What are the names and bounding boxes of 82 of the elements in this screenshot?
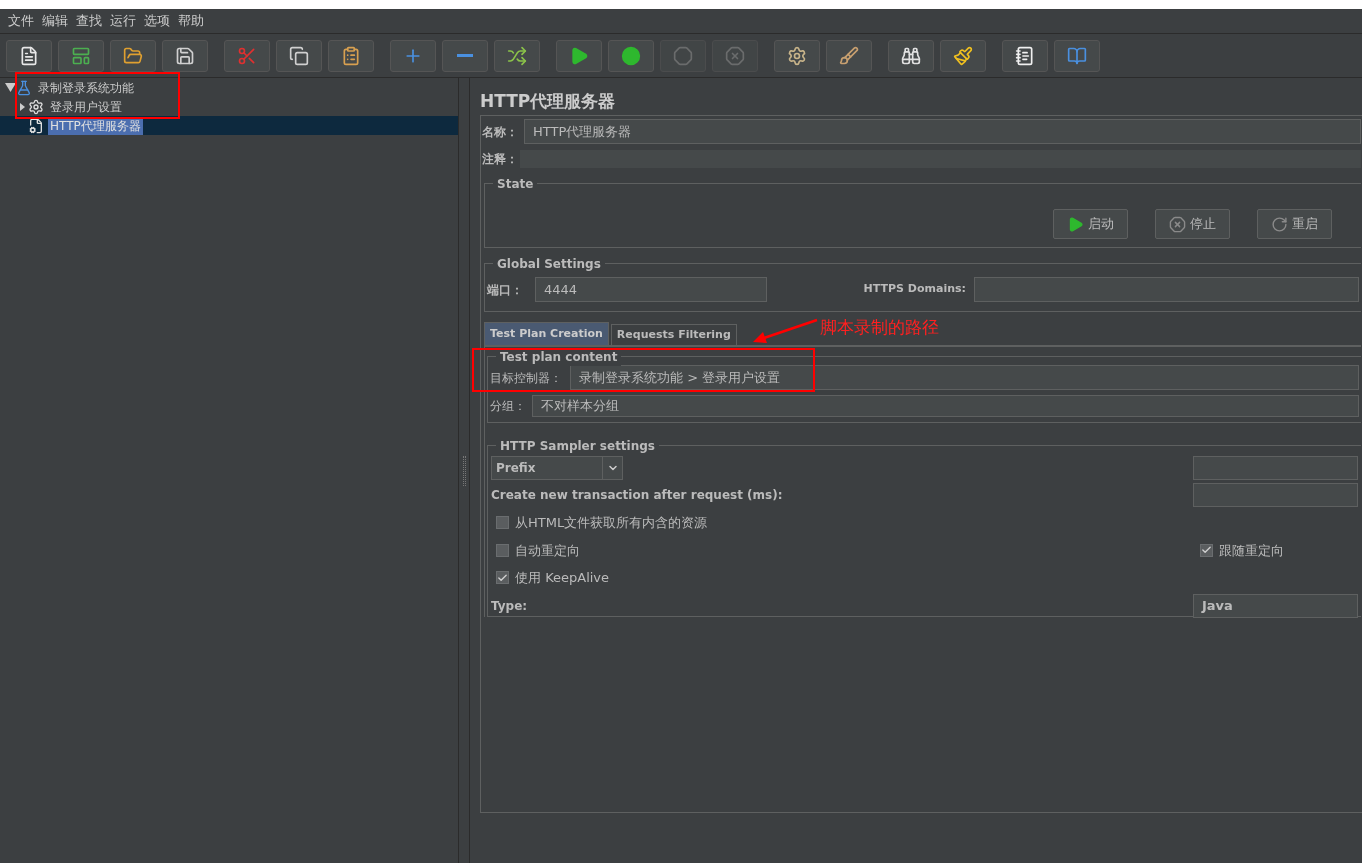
field-label: 目标控制器： bbox=[490, 369, 562, 387]
toolbar-button[interactable] bbox=[6, 39, 52, 72]
tree-row[interactable]: HTTP代理服务器 bbox=[0, 116, 458, 135]
checkbox-label: 使用 KeepAlive bbox=[515, 569, 610, 587]
transaction-delay-input-field[interactable] bbox=[1193, 483, 1358, 507]
checkbox[interactable] bbox=[496, 571, 509, 585]
toolbar-button[interactable] bbox=[888, 39, 934, 72]
target-controller-select[interactable]: 录制登录系统功能 > 登录用户设置 bbox=[570, 365, 1359, 390]
field-label: 名称： bbox=[482, 123, 519, 141]
toolbar-button[interactable] bbox=[162, 39, 208, 72]
notebook-icon bbox=[1015, 45, 1035, 66]
panel-title: HTTP代理服务器 bbox=[480, 90, 617, 113]
toolbar-button[interactable] bbox=[328, 39, 374, 72]
save-icon bbox=[175, 45, 195, 66]
tree-row[interactable]: 录制登录系统功能 bbox=[0, 78, 458, 97]
name-input-field[interactable]: HTTP代理服务器 bbox=[524, 119, 1361, 144]
binoculars-icon bbox=[901, 45, 921, 66]
https-domains-input-field[interactable] bbox=[974, 277, 1359, 302]
minus-icon bbox=[457, 54, 473, 57]
toolbar-button[interactable] bbox=[494, 39, 540, 72]
field-label: HTTPS Domains: bbox=[863, 281, 966, 298]
toolbar-button[interactable] bbox=[1002, 39, 1048, 72]
checkbox[interactable] bbox=[496, 543, 509, 557]
toolbar-button[interactable] bbox=[110, 39, 156, 72]
refresh-icon bbox=[1271, 215, 1288, 233]
prefix-select[interactable]: Prefix bbox=[491, 456, 623, 480]
document-icon bbox=[19, 45, 39, 66]
checkbox[interactable] bbox=[1200, 543, 1213, 557]
tab[interactable]: Requests Filtering bbox=[610, 324, 737, 345]
state-button[interactable]: 停止 bbox=[1155, 209, 1230, 239]
octagon-x-icon bbox=[1169, 215, 1186, 233]
toolbar-button[interactable] bbox=[608, 39, 654, 72]
menu-item[interactable]: 文件 bbox=[4, 11, 38, 31]
copy-icon bbox=[289, 45, 309, 66]
checkbox-label: 从HTML文件获取所有内含的资源 bbox=[515, 514, 708, 532]
annotation-text: 脚本录制的路径 bbox=[820, 316, 939, 339]
checkbox-label: 自动重定向 bbox=[515, 541, 580, 560]
menu-item[interactable]: 帮助 bbox=[174, 11, 208, 31]
type-select[interactable]: Java bbox=[1193, 593, 1358, 618]
group-legend: Global Settings bbox=[493, 255, 605, 273]
field-label: Create new transaction after request (ms): bbox=[491, 487, 783, 504]
cut-icon bbox=[237, 45, 257, 66]
stop-icon bbox=[673, 45, 693, 66]
state-button[interactable]: 启动 bbox=[1053, 209, 1128, 239]
menu-item[interactable]: 查找 bbox=[72, 11, 106, 31]
menu-item[interactable]: 编辑 bbox=[38, 11, 72, 31]
folder-icon bbox=[123, 45, 143, 66]
toolbar-button[interactable] bbox=[826, 39, 872, 72]
toolbar-button[interactable] bbox=[276, 39, 322, 72]
toggle-icon bbox=[507, 45, 527, 66]
state-button[interactable]: 重启 bbox=[1257, 209, 1332, 239]
tab[interactable]: Test Plan Creation bbox=[484, 322, 609, 345]
field-label: 分组： bbox=[490, 398, 526, 415]
menu-item[interactable]: 运行 bbox=[106, 11, 140, 31]
document-gear-icon bbox=[28, 117, 44, 134]
tree-item-label: 登录用户设置 bbox=[49, 98, 123, 116]
flask-icon bbox=[16, 79, 32, 96]
menu-item[interactable]: 选项 bbox=[140, 11, 174, 31]
field-label: 端口： bbox=[487, 281, 524, 299]
tree-row[interactable]: 登录用户设置 bbox=[0, 97, 458, 116]
help-book-icon bbox=[1067, 45, 1087, 66]
toolbar-button[interactable] bbox=[940, 39, 986, 72]
templates-icon bbox=[71, 45, 91, 66]
expand-arrow-icon[interactable] bbox=[19, 102, 25, 111]
gear-icon bbox=[28, 98, 44, 115]
checkbox-label: 跟随重定向 bbox=[1219, 541, 1284, 560]
port-input-field[interactable]: 4444 bbox=[535, 277, 767, 302]
toolbar-button[interactable] bbox=[58, 39, 104, 72]
octagon-x-icon bbox=[725, 45, 745, 66]
toolbar-button[interactable] bbox=[774, 39, 820, 72]
annotation-arrow bbox=[752, 318, 818, 344]
field-label: Type: bbox=[491, 597, 528, 615]
checkbox[interactable] bbox=[496, 516, 509, 530]
paste-icon bbox=[341, 45, 361, 66]
prefix-input-field[interactable] bbox=[1193, 456, 1358, 480]
group-legend: HTTP Sampler settings bbox=[496, 437, 659, 455]
field-label: 注释： bbox=[482, 150, 519, 168]
expand-arrow-icon[interactable] bbox=[4, 83, 16, 92]
tree-item-label: 录制登录系统功能 bbox=[37, 79, 135, 97]
split-handle[interactable] bbox=[458, 78, 470, 863]
grouping-select[interactable]: 不对样本分组 bbox=[532, 395, 1359, 417]
toolbar-button[interactable] bbox=[556, 39, 602, 72]
